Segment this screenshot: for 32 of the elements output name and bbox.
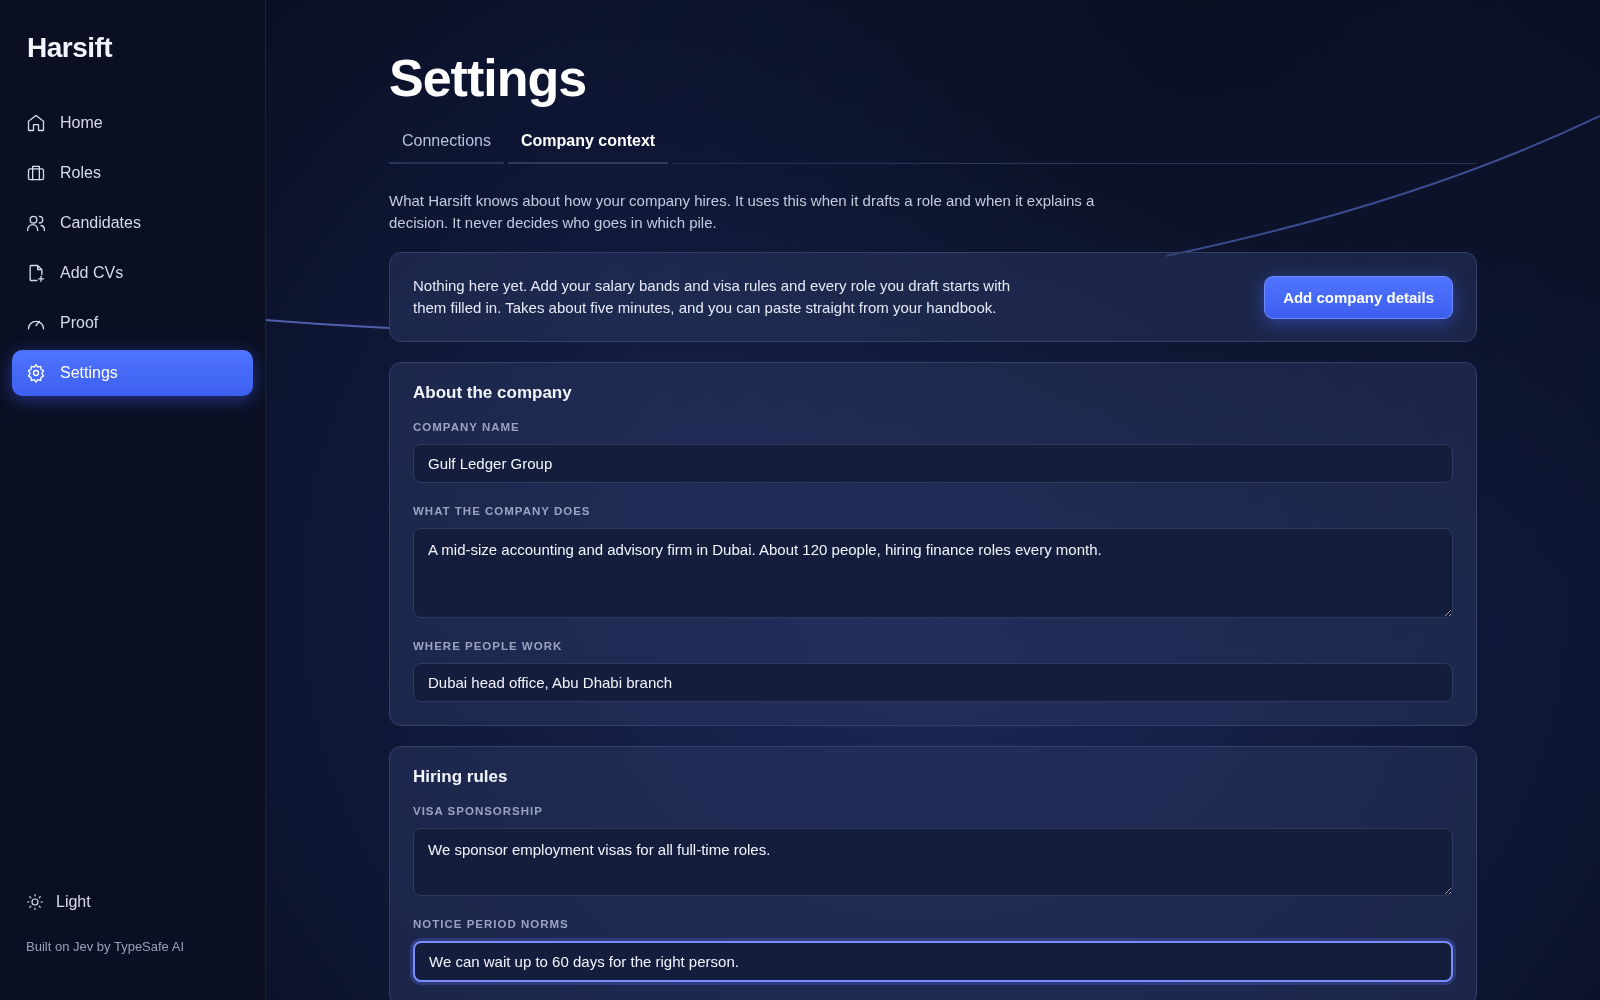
text-area[interactable]: A mid-size accounting and advisory firm in Dubai. About 120 people, hiring finance roles every month. [413,528,1453,618]
tab[interactable]: Company context [507,122,669,164]
home-icon [26,113,46,133]
users-icon [26,213,46,233]
nav-item[interactable]: Candidates [12,200,253,246]
field-label: VISA SPONSORSHIP [413,805,543,817]
theme-toggle[interactable]: Light [26,893,91,911]
nav-item[interactable]: Proof [12,300,253,346]
nav-item[interactable]: Settings [12,350,253,396]
page-title: Settings [389,48,587,108]
nav-item[interactable]: Home [12,100,253,146]
field-label: NOTICE PERIOD NORMS [413,918,569,930]
intro-text: What Harsift knows about how your company hires. It uses this when it drafts a role and when it explains a decision. It never decides who goes in which pile. [389,191,1096,233]
footer-credit: Built on Jev by TypeSafe AI [26,939,186,954]
input-field[interactable]: We can wait up to 60 days for the right person. [413,941,1453,982]
sun-icon [26,893,44,911]
card-title: About the company [413,383,572,403]
field-label: WHAT THE COMPANY DOES [413,505,591,517]
tab[interactable]: Connections [389,122,504,164]
nav-item[interactable]: Roles [12,150,253,196]
nav-item[interactable]: Add CVs [12,250,253,296]
input-field[interactable]: Dubai head office, Abu Dhabi branch [413,663,1453,702]
input-field[interactable]: Gulf Ledger Group [413,444,1453,483]
field-label: WHERE PEOPLE WORK [413,640,563,652]
brand-logo: Harsift [27,32,113,64]
banner-text: Nothing here yet. Add your salary bands and visa rules and every role you draft starts with them filled in. Takes about five minutes, and you can paste straight from your handbook. [413,276,1011,318]
add-company-details-button[interactable]: Add company details [1264,275,1453,319]
field-label: COMPANY NAME [413,421,520,433]
briefcase-icon [26,163,46,183]
settings-icon [26,363,46,383]
card-title: Hiring rules [413,767,508,787]
text-area[interactable]: We sponsor employment visas for all full-time roles. [413,828,1453,896]
